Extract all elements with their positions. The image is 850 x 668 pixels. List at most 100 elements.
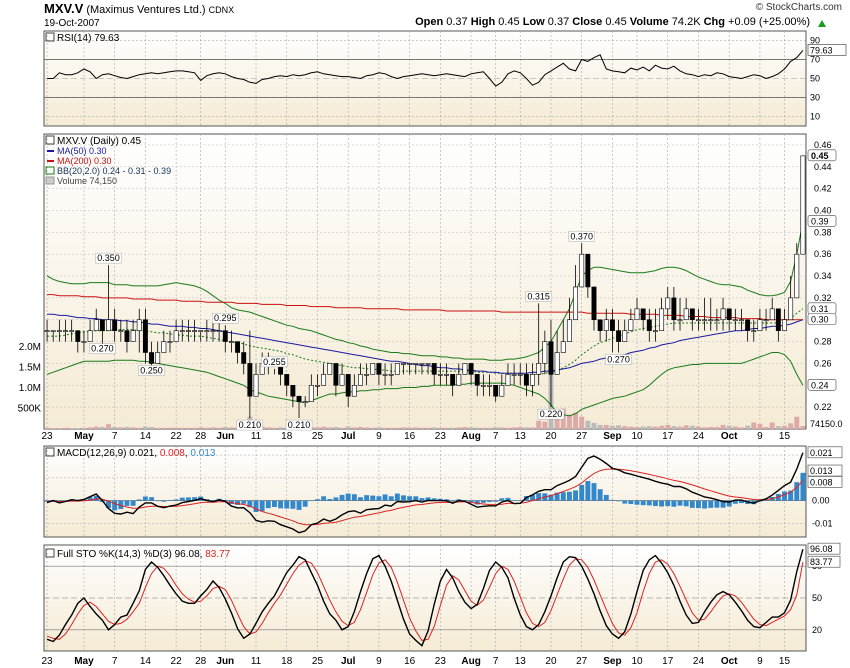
x-tick-label: 24: [693, 431, 705, 442]
price-annotation: 0.370: [570, 231, 593, 241]
volume-bar: [462, 426, 468, 429]
candle-body: [487, 384, 492, 387]
volume-bar: [732, 426, 738, 429]
x-tick-label: 23: [435, 656, 447, 667]
candle-body: [173, 330, 179, 342]
volume-bar: [591, 422, 597, 429]
candle-body: [622, 330, 628, 342]
macd-histogram-bar: [167, 500, 173, 501]
volume-bar: [351, 427, 357, 429]
volume-bar: [745, 425, 751, 429]
candle-body: [185, 330, 191, 332]
volume-bar: [149, 426, 154, 429]
macd-histogram-bar: [253, 500, 259, 512]
price-annotation: 0.295: [214, 313, 237, 323]
candle-body: [376, 363, 382, 375]
macd-marker-label: 0.008: [810, 477, 833, 487]
candle-body: [198, 330, 204, 332]
candle-body: [732, 319, 738, 322]
candle-body: [290, 384, 296, 397]
candle-body: [302, 401, 308, 403]
candle-body: [339, 374, 345, 386]
candle-body: [616, 330, 622, 342]
candle-body: [364, 374, 370, 376]
candle-body: [161, 341, 167, 353]
candle-body: [782, 319, 787, 331]
x-tick-label: 10: [631, 431, 643, 442]
x-tick-label: 24: [693, 656, 705, 667]
macd-histogram-bar: [351, 494, 357, 501]
volume-bar: [407, 427, 413, 429]
volume-bar: [468, 427, 474, 429]
candle-body: [775, 308, 781, 331]
x-tick-label: 14: [140, 656, 152, 667]
volume-bar: [345, 426, 351, 429]
candle-body: [407, 363, 413, 365]
macd-histogram-bar: [376, 496, 382, 501]
candle-body: [720, 308, 726, 321]
volume-bar: [757, 424, 763, 429]
macd-histogram-bar: [394, 493, 400, 501]
candle-body: [315, 384, 320, 387]
x-tick-label: 11: [251, 431, 262, 442]
candle-body: [358, 374, 363, 386]
x-tick-label: 9: [376, 431, 382, 442]
macd-histogram-bar: [714, 500, 720, 508]
volume-bar: [142, 426, 148, 429]
volume-bar: [609, 425, 615, 429]
volume-bar: [689, 425, 695, 429]
volume-bar: [505, 427, 511, 429]
sto-label-part: Full STO %K(14,3) %D(3) 96.08,: [57, 549, 205, 560]
candle-body: [241, 352, 247, 364]
macd-histogram-bar: [333, 497, 339, 501]
volume-bar: [487, 427, 492, 429]
sto-tick-label: 20: [812, 625, 822, 635]
volume-bar: [523, 427, 529, 429]
volume-bar: [603, 424, 609, 429]
macd-histogram-bar: [585, 481, 591, 501]
sto-label: Full STO %K(14,3) %D(3) 96.08, 83.77: [57, 549, 231, 560]
volume-bar: [413, 427, 419, 429]
candle-body: [216, 330, 222, 332]
candle-body: [702, 319, 708, 322]
macd-histogram-bar: [640, 500, 646, 506]
candle-body: [548, 341, 554, 375]
ma50-label: MA(50) 0.30: [57, 146, 107, 156]
x-tick-label: 22: [171, 656, 183, 667]
volume-bar: [136, 427, 142, 429]
x-tick-label: 23: [42, 656, 54, 667]
candle-body: [523, 374, 529, 386]
candle-body: [333, 363, 339, 386]
volume-bar: [192, 427, 198, 429]
volume-bar: [696, 426, 701, 429]
sto-marker-label: 96.08: [810, 544, 833, 554]
macd-histogram-bar: [419, 498, 425, 501]
candle-body: [179, 330, 185, 332]
volume-bar: [671, 426, 677, 429]
x-tick-label: 9: [757, 656, 763, 667]
x-tick-label: 9: [376, 656, 382, 667]
price-tick-label: 0.46: [814, 140, 832, 150]
macd-histogram-bar: [124, 500, 130, 506]
candle-body: [124, 330, 130, 342]
volume-bar: [573, 412, 579, 429]
x-tick-label: 14: [140, 431, 152, 442]
candle-body: [93, 319, 99, 331]
candle-body: [573, 286, 579, 321]
stock-chart: 23 23 May May 7 7 14 14 22 22 28 28 Jun Jun 11 11 18 18 25…: [18, 30, 847, 667]
macd-histogram-bar: [616, 500, 622, 502]
macd-histogram-bar: [290, 500, 296, 509]
candle-body: [388, 374, 394, 376]
volume-bar: [327, 427, 333, 429]
macd-histogram-bar: [480, 500, 486, 503]
price-tick-label: 0.36: [814, 249, 832, 259]
candle-body: [192, 330, 198, 332]
candle-body: [456, 374, 462, 386]
macd-histogram-bar: [566, 491, 572, 501]
macd-histogram-bar: [677, 500, 683, 506]
x-tick-label: 7: [112, 431, 118, 442]
volume-bar: [775, 426, 781, 429]
volume-bar: [315, 427, 320, 429]
candle-body: [634, 308, 640, 321]
macd-histogram-bar: [112, 500, 118, 511]
